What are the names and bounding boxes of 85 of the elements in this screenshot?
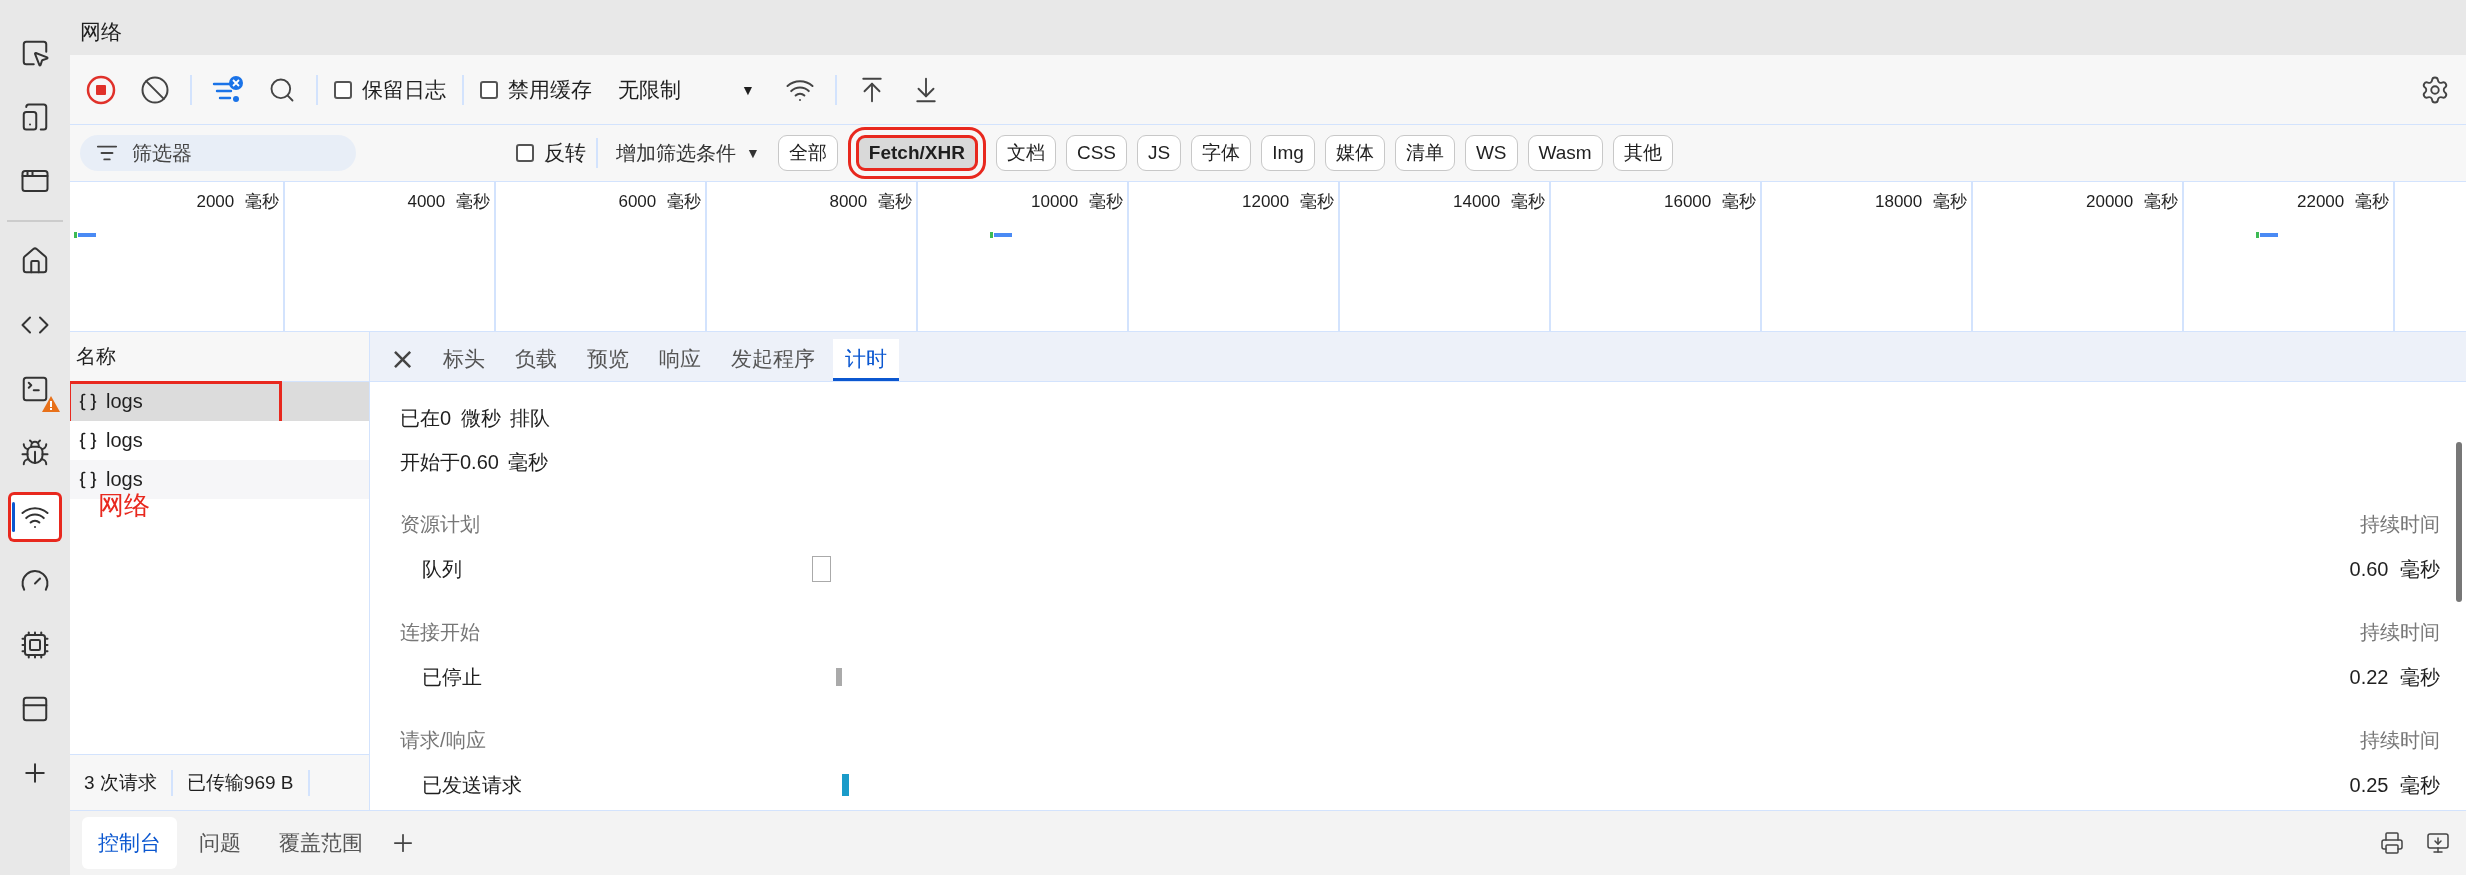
queued-text: 已在0 微秒 排队 xyxy=(400,405,551,431)
section-title: 资源计划 xyxy=(400,512,480,537)
scrollbar[interactable] xyxy=(2456,442,2462,602)
time-tick: 8000 毫秒 xyxy=(829,191,912,212)
request-bar xyxy=(74,232,96,238)
type-filter-chip[interactable]: 字体 xyxy=(1191,135,1252,171)
type-filter-chip[interactable]: 文档 xyxy=(995,135,1056,171)
time-tick: 14000 毫秒 xyxy=(1453,191,1545,212)
close-button[interactable]: × xyxy=(380,335,426,381)
terminal-icon xyxy=(20,374,50,404)
drawer-tab[interactable]: 控制台 xyxy=(82,817,177,869)
settings-icon xyxy=(2420,74,2450,105)
braces-icon xyxy=(78,430,98,451)
phase-label: 已发送请求 xyxy=(421,772,523,798)
device-icon xyxy=(20,102,50,132)
started-text: 开始于0.60 毫秒 xyxy=(400,449,549,475)
bug-icon xyxy=(20,438,50,468)
timing-bar xyxy=(836,668,842,686)
type-filter-chip[interactable]: 媒体 xyxy=(1324,135,1385,171)
request-name: logs xyxy=(106,390,143,413)
type-filter-chip[interactable]: 全部 xyxy=(777,135,838,171)
drawer-tab[interactable]: 覆盖范围 xyxy=(263,817,379,869)
request-name: logs xyxy=(106,429,143,452)
time-tick: 12000 毫秒 xyxy=(1242,191,1334,212)
window-icon xyxy=(20,694,50,724)
time-tick: 4000 毫秒 xyxy=(407,191,490,212)
request-bar xyxy=(2256,232,2278,238)
duration-value: 0.60 毫秒 xyxy=(2349,556,2440,582)
name-column-header: 名称 xyxy=(76,344,116,369)
activity-item[interactable] xyxy=(8,492,62,542)
time-tick: 18000 毫秒 xyxy=(1875,191,1967,212)
filter-clear-icon xyxy=(212,74,244,105)
filter-field[interactable]: 筛选器 xyxy=(80,135,356,171)
panel-title: 网络 xyxy=(80,18,122,45)
request-bar xyxy=(990,232,1012,238)
type-filter-chip[interactable]: 清单 xyxy=(1394,135,1455,171)
warning-icon xyxy=(42,396,60,412)
invert-checkbox[interactable]: 反转 xyxy=(516,139,586,167)
duration-value: 0.25 毫秒 xyxy=(2349,772,2440,798)
timing-bar xyxy=(842,774,849,796)
request-name: logs xyxy=(106,468,143,491)
duration-header: 持续时间 xyxy=(2360,512,2440,537)
time-tick: 20000 毫秒 xyxy=(2086,191,2178,212)
monitor-icon xyxy=(2426,831,2450,855)
type-filter-chip[interactable]: Img xyxy=(1261,135,1315,171)
summary-text: 3 次请求 xyxy=(84,769,173,796)
detail-tab[interactable]: 计时 xyxy=(833,339,900,381)
clear-icon xyxy=(140,74,170,105)
more-filters-dropdown[interactable]: 增加筛选条件 ▼ xyxy=(608,139,768,167)
time-tick: 10000 毫秒 xyxy=(1031,191,1123,212)
braces-icon xyxy=(78,469,98,490)
duration-header: 持续时间 xyxy=(2360,728,2440,753)
time-tick: 22000 毫秒 xyxy=(2297,191,2389,212)
throttling-dropdown[interactable]: 无限制 ▼ xyxy=(608,75,765,104)
braces-icon xyxy=(78,391,98,412)
timing-bar xyxy=(812,556,831,582)
time-tick: 6000 毫秒 xyxy=(618,191,701,212)
type-filter-chip[interactable]: JS xyxy=(1137,135,1182,171)
type-filter-chip[interactable]: WS xyxy=(1464,135,1518,171)
type-filter-chip[interactable]: 其他 xyxy=(1612,135,1673,171)
detail-tab[interactable]: 负载 xyxy=(503,339,570,381)
section-title: 请求/响应 xyxy=(400,728,486,753)
drawer-tab[interactable]: 问题 xyxy=(183,817,257,869)
chip-icon xyxy=(20,630,50,660)
home-icon xyxy=(20,246,50,276)
request-row[interactable]: logs xyxy=(70,382,369,421)
type-filter-chip[interactable]: CSS xyxy=(1065,135,1127,171)
inspect-icon xyxy=(20,38,50,68)
detail-tab[interactable]: 标头 xyxy=(431,339,498,381)
summary-text: 已传输969 B xyxy=(186,769,310,796)
detail-tab[interactable]: 响应 xyxy=(647,339,714,381)
duration-value: 0.22 毫秒 xyxy=(2349,664,2440,690)
detail-tab[interactable]: 发起程序 xyxy=(719,339,828,381)
detail-tab[interactable]: 预览 xyxy=(575,339,642,381)
time-tick: 16000 毫秒 xyxy=(1664,191,1756,212)
disable-cache-checkbox[interactable]: 禁用缓存 xyxy=(480,75,592,104)
phase-label: 队列 xyxy=(421,556,463,582)
record-icon xyxy=(86,74,116,105)
time-tick: 2000 毫秒 xyxy=(196,191,279,212)
duration-header: 持续时间 xyxy=(2360,620,2440,645)
printer-icon xyxy=(2380,831,2404,855)
section-title: 连接开始 xyxy=(400,620,480,645)
preserve-log-checkbox[interactable]: 保留日志 xyxy=(334,75,446,104)
phase-label: 已停止 xyxy=(421,664,483,690)
type-filter-chip[interactable]: Wasm xyxy=(1527,135,1603,171)
